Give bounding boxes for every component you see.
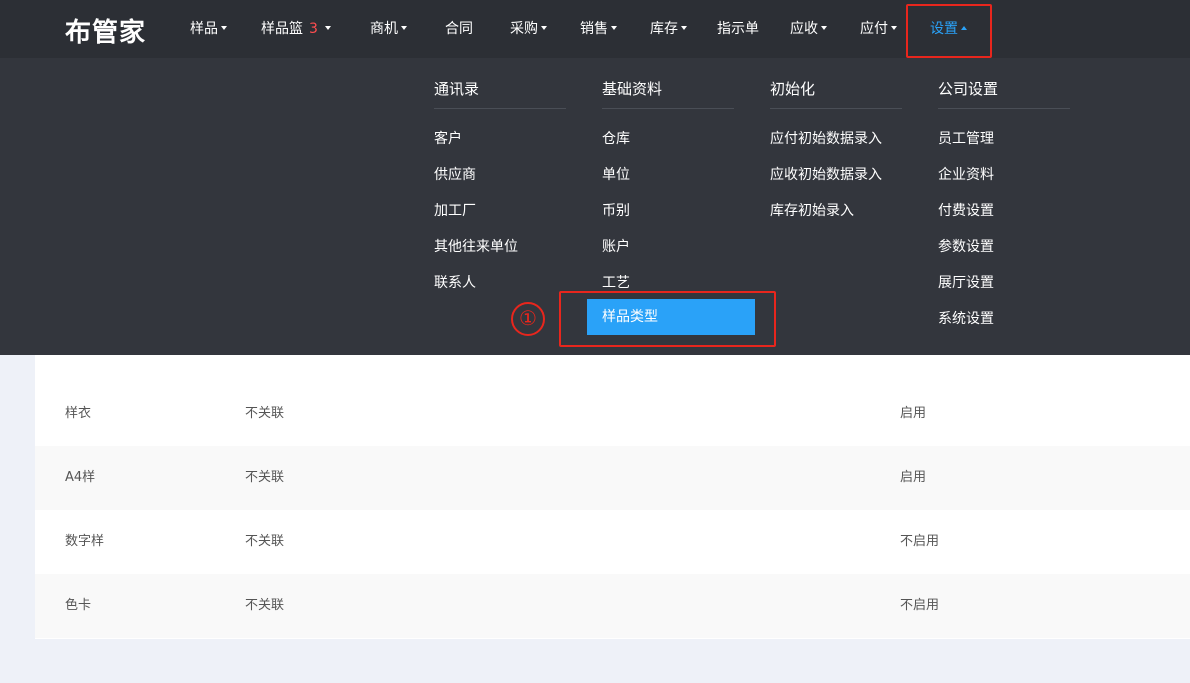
top-navigation-bar: 布管家 样品 样品篮 3 商机 合同 采购 销售 库存 指示单 应收 应付 设置 <box>0 0 1190 58</box>
nav-instruction[interactable]: 指示单 <box>717 0 759 58</box>
type-name: 色卡 <box>65 598 92 613</box>
menu-heading-contacts: 通讯录 <box>434 78 566 109</box>
nav-opportunity-label: 商机 <box>370 21 398 37</box>
menu-item-showroom[interactable]: 展厅设置 <box>938 272 994 292</box>
sample-type-annotation-box <box>559 291 776 347</box>
menu-heading-basic-data: 基础资料 <box>602 78 734 109</box>
nav-sales[interactable]: 销售 <box>580 0 617 58</box>
nav-samples[interactable]: 样品 <box>190 0 227 58</box>
type-status: 启用 <box>900 406 927 421</box>
nav-sample-basket[interactable]: 样品篮 3 <box>261 0 331 58</box>
nav-payable-label: 应付 <box>860 21 888 37</box>
type-status: 不启用 <box>900 534 940 549</box>
nav-inventory-label: 库存 <box>650 21 678 37</box>
menu-item-unit[interactable]: 单位 <box>602 164 630 184</box>
type-name: 数字样 <box>65 534 105 549</box>
caret-down-icon <box>611 26 617 30</box>
menu-item-billing[interactable]: 付费设置 <box>938 200 994 220</box>
menu-item-parameters[interactable]: 参数设置 <box>938 236 994 256</box>
menu-item-supplier[interactable]: 供应商 <box>434 164 476 184</box>
nav-purchase-label: 采购 <box>510 21 538 37</box>
menu-item-factory[interactable]: 加工厂 <box>434 200 476 220</box>
type-link: 不关联 <box>245 534 285 549</box>
nav-opportunity[interactable]: 商机 <box>370 0 407 58</box>
sample-type-table: 样衣 不关联 启用 A4样 不关联 启用 数字样 不关联 不启用 色卡 不关联 … <box>35 318 1190 639</box>
type-link: 不关联 <box>245 470 285 485</box>
basket-count-badge: 3 <box>309 21 318 37</box>
caret-down-icon <box>401 26 407 30</box>
logo[interactable]: 布管家 <box>65 12 146 49</box>
menu-item-system[interactable]: 系统设置 <box>938 308 994 328</box>
nav-samples-label: 样品 <box>190 21 218 37</box>
nav-receivable[interactable]: 应收 <box>790 0 827 58</box>
nav-purchase[interactable]: 采购 <box>510 0 547 58</box>
table-row[interactable]: 数字样 不关联 不启用 <box>35 510 1190 574</box>
caret-down-icon <box>681 26 687 30</box>
menu-item-company-info[interactable]: 企业资料 <box>938 164 994 184</box>
menu-item-staff[interactable]: 员工管理 <box>938 128 994 148</box>
menu-item-inventory-init[interactable]: 库存初始录入 <box>770 200 854 220</box>
nav-receivable-label: 应收 <box>790 21 818 37</box>
nav-instruction-label: 指示单 <box>717 21 759 37</box>
type-link: 不关联 <box>245 406 285 421</box>
table-row[interactable]: 色卡 不关联 不启用 <box>35 574 1190 638</box>
caret-down-icon <box>324 26 331 30</box>
nav-contract[interactable]: 合同 <box>445 0 473 58</box>
nav-inventory[interactable]: 库存 <box>650 0 687 58</box>
menu-heading-company: 公司设置 <box>938 78 1070 109</box>
menu-item-currency[interactable]: 币别 <box>602 200 630 220</box>
caret-down-icon <box>891 26 897 30</box>
caret-down-icon <box>821 26 827 30</box>
caret-down-icon <box>221 26 227 30</box>
type-link: 不关联 <box>245 598 285 613</box>
caret-down-icon <box>541 26 547 30</box>
menu-heading-init: 初始化 <box>770 78 902 109</box>
menu-item-customer[interactable]: 客户 <box>434 128 462 148</box>
type-status: 不启用 <box>900 598 940 613</box>
step-number-marker: ① <box>511 302 545 336</box>
menu-item-receivable-init[interactable]: 应收初始数据录入 <box>770 164 882 184</box>
menu-item-account[interactable]: 账户 <box>602 236 630 256</box>
nav-payable[interactable]: 应付 <box>860 0 897 58</box>
type-status: 启用 <box>900 470 927 485</box>
menu-item-warehouse[interactable]: 仓库 <box>602 128 630 148</box>
menu-item-process[interactable]: 工艺 <box>602 272 630 292</box>
menu-item-payable-init[interactable]: 应付初始数据录入 <box>770 128 882 148</box>
table-row[interactable]: A4样 不关联 启用 <box>35 446 1190 510</box>
menu-item-contact-person[interactable]: 联系人 <box>434 272 476 292</box>
settings-annotation-box <box>906 4 992 58</box>
table-row[interactable]: 样衣 不关联 启用 <box>35 382 1190 446</box>
nav-sales-label: 销售 <box>580 21 608 37</box>
nav-contract-label: 合同 <box>445 21 473 37</box>
nav-basket-label: 样品篮 <box>261 21 303 37</box>
menu-item-other-partners[interactable]: 其他往来单位 <box>434 236 518 256</box>
type-name: A4样 <box>65 470 96 485</box>
type-name: 样衣 <box>65 406 92 421</box>
